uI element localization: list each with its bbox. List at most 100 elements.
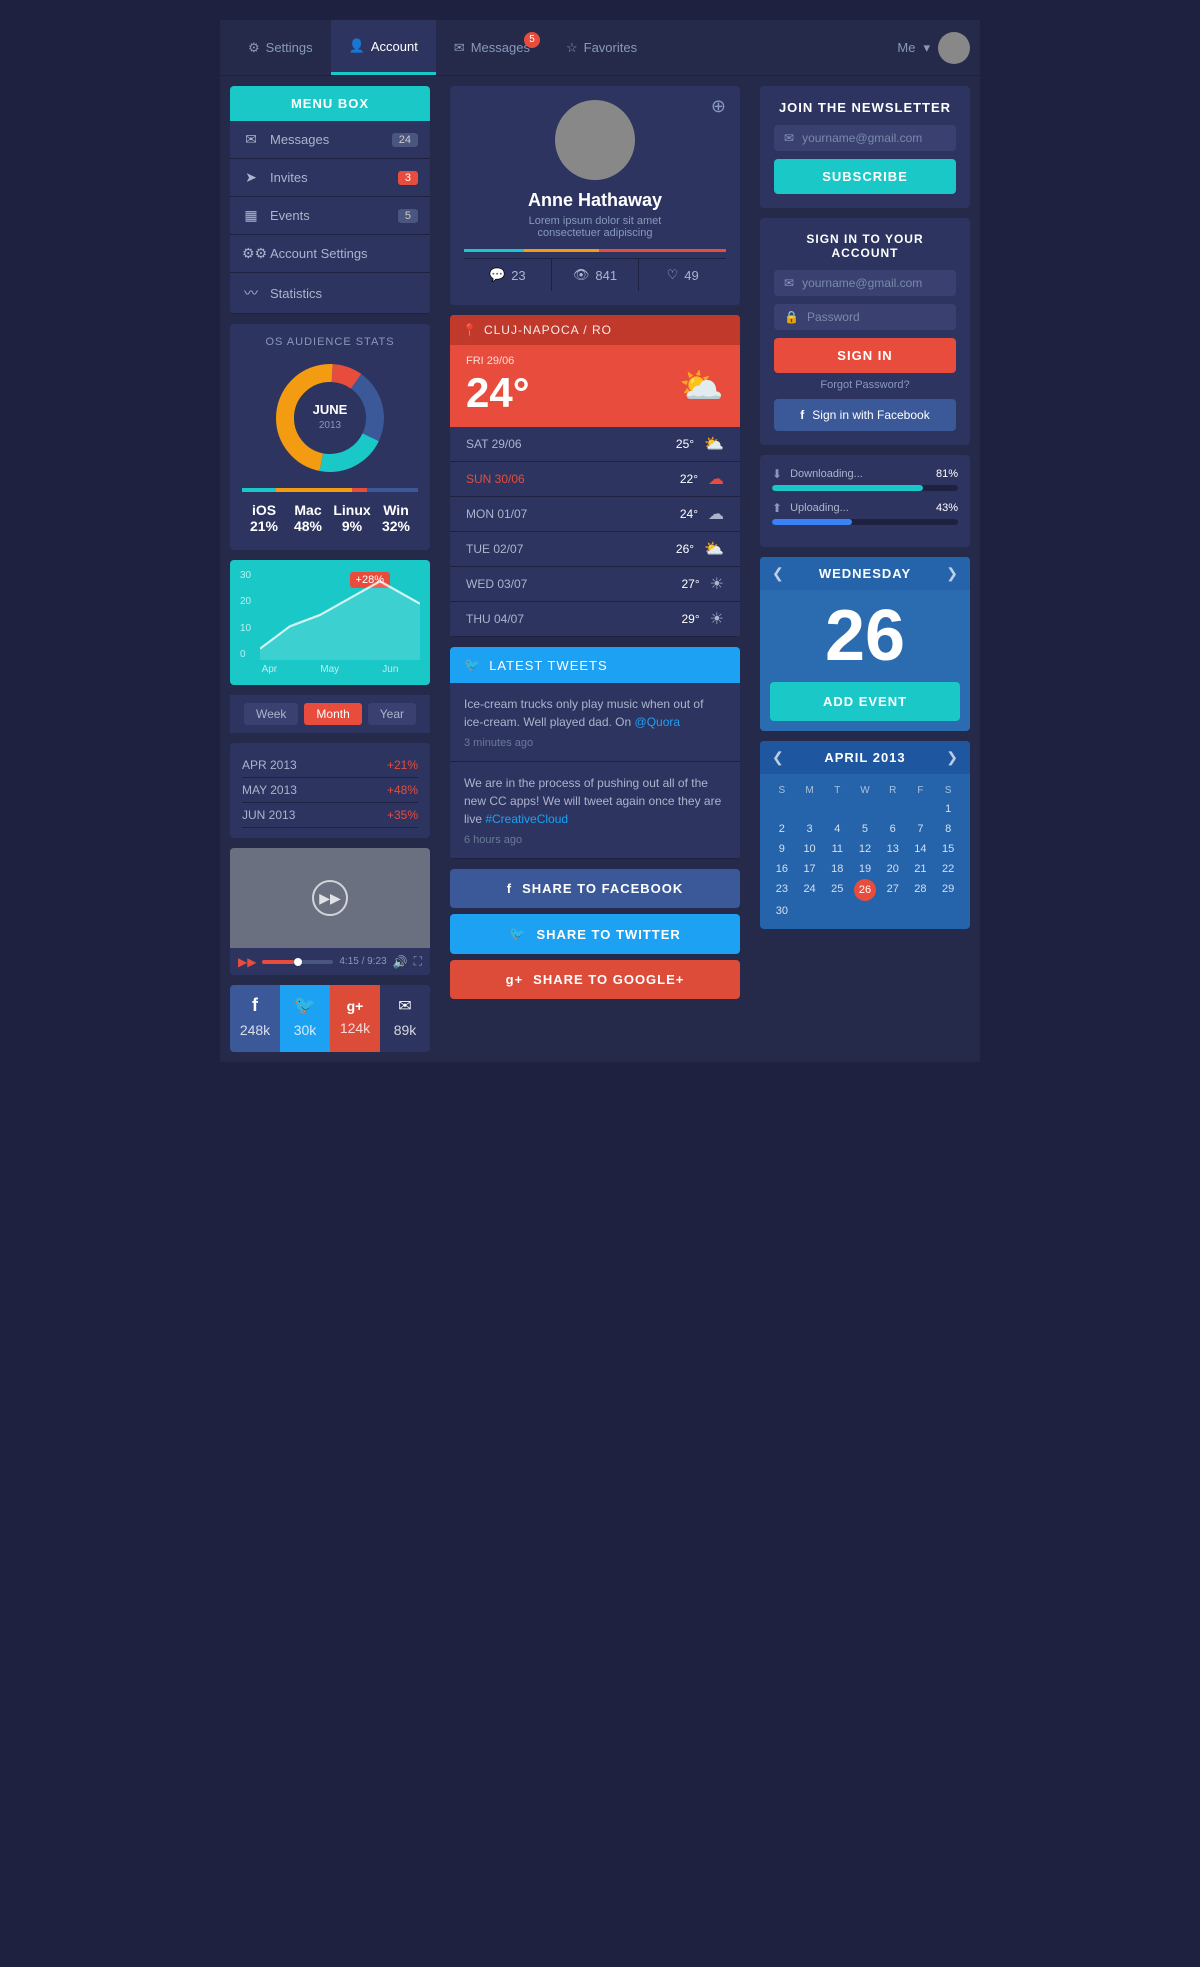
facebook-signin-button[interactable]: f Sign in with Facebook (774, 399, 956, 431)
cal-row-4: 16 17 18 19 20 21 22 (768, 859, 962, 879)
profile-name: Anne Hathaway (464, 190, 726, 211)
menu-item-messages[interactable]: Messages 24 (230, 121, 430, 159)
mac-label: Mac (288, 502, 328, 518)
twitter-icon: 🐦 (509, 926, 526, 942)
social-googleplus[interactable]: g+ 124k (330, 985, 380, 1052)
cal-row-3: 9 10 11 12 13 14 15 (768, 839, 962, 859)
social-email[interactable]: ✉ 89k (380, 985, 430, 1052)
googleplus-count: 124k (340, 1020, 370, 1036)
profile-card: ⊕ Anne Hathaway Lorem ipsum dolor sit am… (450, 86, 740, 305)
month-prev-button[interactable]: ❮ (772, 749, 784, 766)
add-icon[interactable]: ⊕ (711, 96, 726, 117)
tab-account-label: Account (371, 39, 418, 54)
sun-label: SUN 30/06 (466, 472, 546, 486)
signin-email-input[interactable] (802, 276, 957, 290)
menu-item-account-settings[interactable]: ⚙ Account Settings (230, 235, 430, 273)
avatar[interactable] (938, 32, 970, 64)
envelope-icon: ✉ (454, 40, 465, 56)
comments-count: 23 (511, 268, 525, 283)
win-label: Win (376, 502, 416, 518)
tab-messages[interactable]: ✉ Messages 5 (436, 22, 548, 74)
weather-location: CLUJ-NAPOCA / RO (484, 323, 612, 337)
menu-invites-label: Invites (270, 170, 308, 185)
forgot-password-link[interactable]: Forgot Password? (774, 379, 956, 391)
sat-label: SAT 29/06 (466, 437, 546, 451)
subscribe-button[interactable]: SUBSCRIBE (774, 159, 956, 194)
download-label: Downloading... (790, 468, 928, 480)
share-googleplus-label: SHARE TO GOOGLE+ (533, 972, 684, 987)
chevron-down-icon: ▾ (923, 40, 930, 56)
googleplus-icon: g+ (506, 972, 524, 987)
tweets-header: 🐦 LATEST TWEETS (450, 647, 740, 683)
tab-favorites-label: Favorites (584, 40, 637, 55)
tweets-title: LATEST TWEETS (489, 658, 607, 673)
calendar-day-header: ❮ WEDNESDAY ❯ (760, 557, 970, 590)
volume-icon[interactable]: 🔊 (393, 955, 408, 969)
video-progress-bar[interactable] (262, 960, 333, 964)
week-tab[interactable]: Week (244, 703, 298, 725)
add-event-button[interactable]: ADD EVENT (770, 682, 960, 721)
col-s1: S (768, 782, 796, 799)
menu-item-invites[interactable]: ➤ Invites 3 (230, 159, 430, 197)
play-button[interactable]: ▶ (312, 880, 348, 916)
social-facebook[interactable]: f 248k (230, 985, 280, 1052)
newsletter-email-input[interactable] (802, 131, 957, 145)
cal-row-1: 1 (768, 799, 962, 819)
menu-item-events[interactable]: ▦ Events 5 (230, 197, 430, 235)
share-facebook-label: SHARE TO FACEBOOK (522, 881, 683, 896)
month-tab[interactable]: Month (304, 703, 361, 725)
y-20: 20 (240, 596, 251, 607)
weather-main: FRI 29/06 24° ⛅ (450, 345, 740, 427)
monthly-cal-title: APRIL 2013 (824, 750, 905, 765)
upload-pct: 43% (936, 502, 958, 514)
col-f: F (907, 782, 935, 799)
expand-icon[interactable]: ⛶ (414, 954, 422, 969)
menu-box: MENU BOX Messages 24 ➤ Invites 3 ▦ Event… (230, 86, 430, 314)
tab-account[interactable]: 👤 Account (331, 20, 436, 75)
facebook-icon: f (252, 995, 258, 1016)
tweet-2: We are in the process of pushing out all… (450, 762, 740, 859)
newsletter-box: JOIN THE NEWSLETTER ✉ SUBSCRIBE (760, 86, 970, 208)
calendar-prev-button[interactable]: ❮ (772, 565, 784, 582)
share-twitter-button[interactable]: 🐦 SHARE TO TWITTER (450, 914, 740, 954)
tab-favorites[interactable]: ☆ Favorites (548, 22, 655, 74)
today-cell[interactable]: 26 (854, 879, 876, 901)
year-tab[interactable]: Year (368, 703, 416, 725)
play-control-icon[interactable]: ▶ (238, 955, 256, 969)
video-player: ▶ ▶ 4:15 / 9:23 🔊 ⛶ (230, 848, 430, 975)
video-time: 4:15 / 9:23 (339, 956, 386, 967)
user-icon: 👤 (349, 38, 365, 54)
share-facebook-button[interactable]: f SHARE TO FACEBOOK (450, 869, 740, 908)
email-count: 89k (394, 1022, 417, 1038)
share-buttons: f SHARE TO FACEBOOK 🐦 SHARE TO TWITTER g… (450, 869, 740, 999)
heart-icon: ♡ (667, 267, 679, 283)
tab-settings[interactable]: ⚙ Settings (230, 22, 331, 74)
signin-password-input[interactable] (807, 310, 962, 324)
right-column: JOIN THE NEWSLETTER ✉ SUBSCRIBE SIGN IN … (750, 76, 980, 1062)
ios-stat: iOS 21% (242, 498, 286, 538)
twitter-icon: 🐦 (294, 995, 316, 1016)
calendar-day-name: WEDNESDAY (819, 566, 911, 581)
donut-year-label: 2013 (319, 420, 342, 431)
weather-card: 📍 CLUJ-NAPOCA / RO FRI 29/06 24° ⛅ SAT 2… (450, 315, 740, 637)
os-stats-box: OS AUDIENCE STATS JUNE 2013 (230, 324, 430, 550)
calendar-next-button[interactable]: ❯ (946, 565, 958, 582)
views-count: 841 (595, 268, 617, 283)
os-stats-title: OS AUDIENCE STATS (242, 336, 418, 348)
signin-button[interactable]: SIGN IN (774, 338, 956, 373)
share-googleplus-button[interactable]: g+ SHARE TO GOOGLE+ (450, 960, 740, 999)
col-s2: S (934, 782, 962, 799)
stat-likes: ♡ 49 (639, 259, 726, 291)
tweet-2-link[interactable]: #CreativeCloud (485, 812, 568, 826)
social-twitter[interactable]: 🐦 30k (280, 985, 330, 1052)
y-0: 0 (240, 649, 251, 660)
y-30: 30 (240, 570, 251, 581)
tweet-1-link[interactable]: @Quora (635, 715, 681, 729)
wed-temp: 27° (682, 577, 700, 591)
video-area: ▶ (230, 848, 430, 948)
sun-temp: 22° (680, 472, 698, 486)
menu-item-statistics[interactable]: 〰 Statistics (230, 273, 430, 314)
upload-progress: ⬆ Uploading... 43% (772, 501, 958, 525)
stat-views: 👁 841 (552, 259, 640, 291)
month-next-button[interactable]: ❯ (946, 749, 958, 766)
